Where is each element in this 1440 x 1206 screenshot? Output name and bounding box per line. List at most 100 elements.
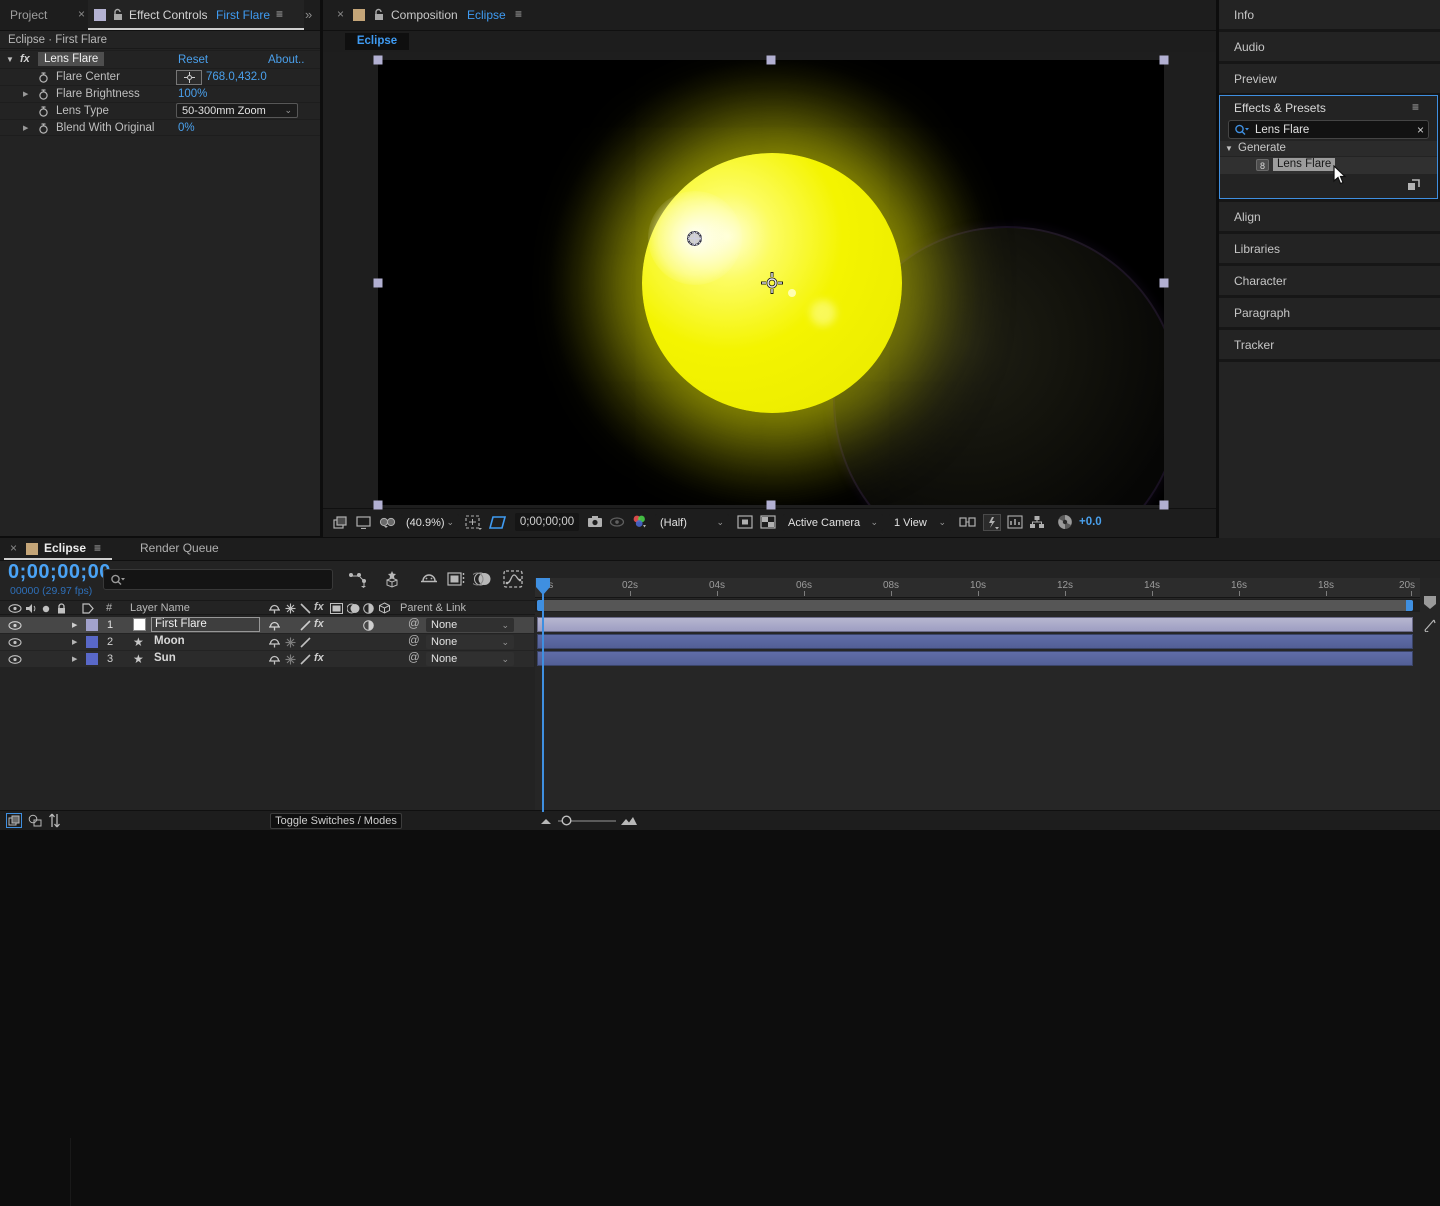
expand-icon[interactable]: ▶	[23, 90, 28, 98]
work-area-track[interactable]	[535, 599, 1420, 612]
zoom-in-time-icon[interactable]	[620, 815, 638, 826]
draft-3d-icon[interactable]	[382, 570, 402, 589]
frame-blend-header-icon[interactable]	[330, 603, 343, 614]
tab-project-close-icon[interactable]: ×	[78, 7, 85, 21]
collapse-transformations-header-icon[interactable]	[285, 603, 296, 614]
search-icon[interactable]	[1234, 124, 1250, 137]
stopwatch-icon[interactable]	[38, 89, 49, 100]
layer-bar-first-flare[interactable]	[537, 617, 1413, 632]
motion-blur-icon[interactable]	[473, 571, 492, 587]
target-region-icon[interactable]	[737, 515, 753, 529]
layer-row-2[interactable]: ▶ 2 ★ Moon @ None ⌄	[0, 634, 534, 650]
shy-header-icon[interactable]	[268, 603, 281, 614]
video-eye-icon[interactable]	[8, 655, 22, 664]
label-tag-icon[interactable]	[82, 603, 94, 614]
panel-tab-align[interactable]: Align	[1219, 202, 1440, 231]
effects-presets-header[interactable]: Effects & Presets ≡	[1220, 96, 1437, 118]
lens-type-dropdown[interactable]: 50-300mm Zoom ⌄	[176, 103, 298, 118]
shy-switch[interactable]	[268, 654, 281, 665]
motion-blur-header-icon[interactable]	[347, 603, 360, 614]
tab-close-icon[interactable]: ×	[337, 7, 344, 21]
view-dropdown[interactable]: Active Camera ⌄	[783, 514, 883, 531]
quality-header-icon[interactable]	[300, 603, 311, 614]
effect-header-row[interactable]: ▼ fx Lens Flare Reset About..	[0, 50, 320, 68]
share-view-icon[interactable]	[959, 516, 976, 528]
effect-about-link[interactable]: About..	[268, 54, 304, 66]
header-index[interactable]: #	[106, 602, 112, 614]
toggle-switches-modes-button[interactable]: Toggle Switches / Modes	[270, 813, 402, 829]
effects-presets-search[interactable]: Lens Flare ×	[1228, 120, 1429, 139]
quality-switch[interactable]	[300, 620, 311, 631]
graph-editor-icon[interactable]	[503, 570, 523, 588]
expand-in-out-panes-icon[interactable]	[48, 813, 61, 828]
panel-tab-info[interactable]: Info	[1219, 0, 1440, 29]
stopwatch-icon[interactable]	[38, 106, 49, 117]
current-timecode[interactable]: 0;00;00;00	[8, 561, 111, 584]
audio-speaker-icon[interactable]	[25, 603, 37, 614]
adjustment-switch[interactable]	[363, 620, 375, 631]
expand-layer-switches-icon[interactable]	[6, 813, 22, 828]
property-row-flare-brightness[interactable]: ▶ Flare Brightness 100%	[0, 85, 320, 102]
panel-tab-audio[interactable]: Audio	[1219, 32, 1440, 61]
main-monitor-icon[interactable]	[356, 516, 371, 529]
exposure-value[interactable]: +0.0	[1079, 516, 1102, 528]
work-area-end-handle[interactable]	[1406, 600, 1413, 611]
parent-dropdown[interactable]: None ⌄	[426, 652, 514, 666]
resolution-dropdown[interactable]: (Half) ⌄	[655, 514, 729, 531]
property-value[interactable]: 768.0,432.0	[206, 71, 267, 83]
stopwatch-icon[interactable]	[38, 123, 49, 134]
layer-name[interactable]: Moon	[154, 635, 185, 647]
selection-handle[interactable]	[374, 501, 383, 510]
grid-guides-icon[interactable]	[465, 515, 482, 530]
exposure-icon[interactable]	[1057, 514, 1073, 530]
time-ruler[interactable]: 0s 02s 04s 06s 08s 10s 12s 14s 16s 18s 2…	[535, 578, 1420, 598]
clear-search-icon[interactable]: ×	[1417, 123, 1424, 137]
layer-label-chip[interactable]	[86, 636, 98, 648]
expand-layer-icon[interactable]: ▶	[72, 638, 77, 646]
layer-search-box[interactable]	[103, 569, 333, 590]
panel-menu-icon[interactable]: ≡	[276, 7, 283, 21]
work-area-bar[interactable]	[537, 600, 1413, 611]
zoom-out-time-icon[interactable]	[540, 817, 552, 825]
stopwatch-icon[interactable]	[38, 72, 49, 83]
effect-reset-link[interactable]: Reset	[178, 54, 208, 66]
search-value[interactable]: Lens Flare	[1255, 124, 1309, 136]
tab-composition-label[interactable]: Composition	[391, 8, 458, 22]
fx-switch[interactable]: fx	[314, 652, 324, 664]
effect-point-button[interactable]	[176, 70, 202, 85]
threed-layer-header-icon[interactable]	[378, 602, 391, 614]
panel-menu-icon[interactable]: ≡	[94, 541, 101, 555]
channel-settings-icon[interactable]	[631, 514, 647, 529]
comp-flowchart-icon[interactable]	[1029, 515, 1045, 529]
search-icon[interactable]	[110, 574, 126, 587]
layer-bar-moon[interactable]	[537, 634, 1413, 649]
unlock-icon[interactable]	[112, 8, 124, 21]
comp-button-icon[interactable]	[1423, 618, 1437, 632]
region-of-interest-icon[interactable]	[489, 515, 507, 530]
snapshot-camera-icon[interactable]	[587, 515, 603, 528]
playhead-line[interactable]	[542, 578, 544, 812]
shy-switch[interactable]	[268, 620, 281, 631]
always-preview-icon[interactable]	[333, 516, 348, 529]
effect-control-point-icon[interactable]	[686, 230, 703, 247]
selection-handle[interactable]	[767, 501, 776, 510]
video-eye-icon[interactable]	[8, 604, 22, 613]
unlock-icon[interactable]	[373, 8, 385, 21]
shy-icon[interactable]	[420, 573, 438, 585]
header-layer-name[interactable]: Layer Name	[130, 602, 190, 614]
expand-transfer-controls-icon[interactable]	[28, 814, 42, 827]
layer-bar-sun[interactable]	[537, 651, 1413, 666]
adjustment-layer-header-icon[interactable]	[363, 603, 375, 614]
panel-menu-icon[interactable]: ≡	[1412, 100, 1419, 114]
viewer-pasteboard[interactable]	[323, 52, 1216, 508]
quality-switch[interactable]	[300, 654, 311, 665]
pickwhip-icon[interactable]: @	[408, 652, 420, 664]
frame-blending-icon[interactable]	[447, 571, 466, 587]
fast-previews-icon[interactable]	[983, 514, 1001, 531]
viewer-tab-eclipse[interactable]: Eclipse	[345, 33, 409, 50]
show-snapshot-icon[interactable]	[609, 515, 625, 528]
layer-name[interactable]: Sun	[154, 652, 176, 664]
panel-tab-character[interactable]: Character	[1219, 266, 1440, 295]
layer-row-1[interactable]: ▶ 1 First Flare fx @ None ⌄	[0, 617, 534, 633]
layer-row-3[interactable]: ▶ 3 ★ Sun fx @ None ⌄	[0, 651, 534, 667]
